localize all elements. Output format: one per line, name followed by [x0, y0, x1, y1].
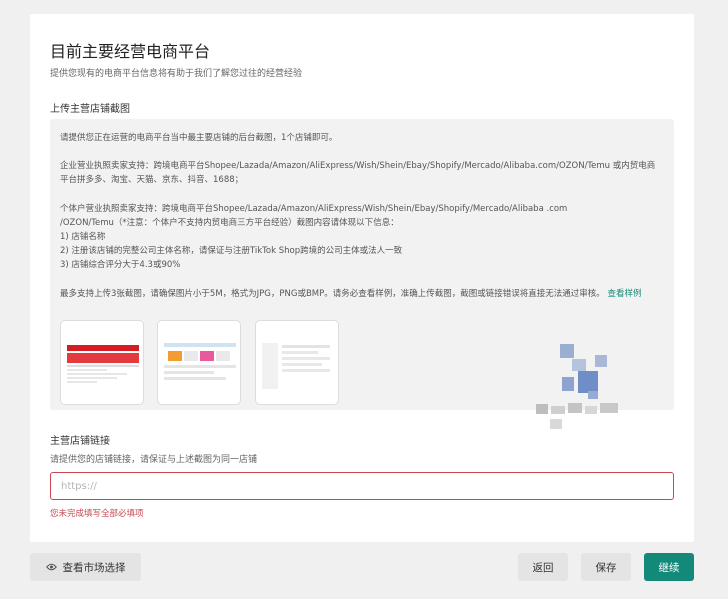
individual-seller-text: 个体户营业执照卖家支持：跨境电商平台Shopee/Lazada/Amazon/A… — [60, 202, 662, 272]
individual-line-2: /OZON/Temu（*注意：个体户不支持内贸电商三方平台经验）截图内容请体现以… — [60, 218, 399, 228]
view-market-selection-button[interactable]: 查看市场选择 — [30, 553, 141, 581]
upload-limits-text: 最多支持上传3张截图，请确保图片小于5M，格式为JPG，PNG或BMP。请务必查… — [60, 287, 662, 301]
form-card: 目前主要经营电商平台 提供您现有的电商平台信息将有助于我们了解您过往的经营经验 … — [30, 14, 694, 542]
individual-line-1: 个体户营业执照卖家支持：跨境电商平台Shopee/Lazada/Amazon/A… — [60, 204, 568, 214]
store-link-hint: 请提供您的店铺链接，请保证与上述截图为同一店铺 — [50, 455, 258, 465]
requirement-2: 2) 注册该店铺的完整公司主体名称，请保证与注册TikTok Shop跨境的公司… — [60, 246, 403, 256]
enterprise-seller-text: 企业营业执照卖家支持：跨境电商平台Shopee/Lazada/Amazon/Al… — [60, 161, 656, 185]
upload-limits: 最多支持上传3张截图，请确保图片小于5M，格式为JPG，PNG或BMP。请务必查… — [60, 289, 605, 299]
save-button[interactable]: 保存 — [581, 553, 631, 581]
requirement-3: 3) 店铺综合评分大于4.3或90% — [60, 260, 181, 270]
view-market-selection-label: 查看市场选择 — [62, 561, 126, 574]
page-title: 目前主要经营电商平台 — [50, 42, 211, 61]
sample-screenshot-3[interactable] — [255, 320, 339, 405]
sample-screenshot-2[interactable] — [157, 320, 241, 405]
upload-section-label: 上传主营店铺截图 — [50, 104, 130, 115]
view-sample-link[interactable]: 查看样例 — [607, 289, 641, 299]
upload-info-panel: 请提供您正在运营的电商平台当中最主要店铺的后台截图，1个店铺即可。 企业营业执照… — [50, 119, 674, 429]
page-subtitle: 提供您现有的电商平台信息将有助于我们了解您过往的经营经验 — [50, 69, 303, 79]
required-field-error: 您未完成填写全部必填项 — [50, 509, 144, 519]
store-link-input[interactable] — [50, 472, 674, 500]
sample-screenshot-1[interactable] — [60, 320, 144, 405]
requirement-1: 1) 店铺名称 — [60, 232, 106, 242]
continue-button[interactable]: 继续 — [644, 553, 694, 581]
back-button[interactable]: 返回 — [518, 553, 568, 581]
store-link-label: 主营店铺链接 — [50, 436, 110, 447]
upload-intro-text: 请提供您正在运营的电商平台当中最主要店铺的后台截图，1个店铺即可。 — [60, 133, 338, 143]
eye-icon — [45, 563, 57, 571]
